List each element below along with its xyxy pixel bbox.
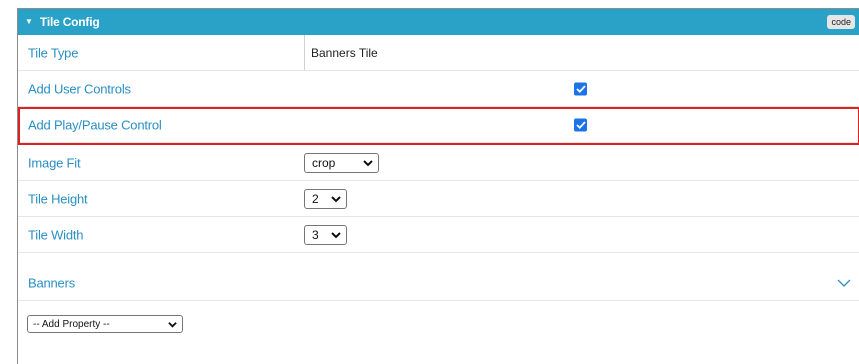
tile-width-selected-value: 3	[312, 227, 319, 242]
image-fit-label: Image Fit	[28, 155, 81, 170]
row-tile-width: Tile Width 3	[18, 217, 859, 253]
row-image-fit: Image Fit crop	[18, 145, 859, 181]
code-button[interactable]: code	[827, 15, 855, 29]
checkmark-icon	[575, 120, 586, 129]
tile-type-value-text: Banners Tile	[311, 45, 378, 60]
checkmark-icon	[575, 84, 586, 93]
tile-height-label: Tile Height	[28, 191, 88, 206]
chevron-down-icon	[168, 321, 177, 328]
add-user-controls-label: Add User Controls	[28, 81, 131, 96]
row-add-user-controls: Add User Controls	[18, 71, 859, 107]
banners-label: Banners	[28, 275, 76, 290]
add-play-pause-label: Add Play/Pause Control	[28, 117, 162, 132]
chevron-down-icon	[363, 159, 373, 166]
add-user-controls-checkbox[interactable]	[574, 82, 587, 95]
row-tile-height: Tile Height 2	[18, 181, 859, 217]
tile-type-value: Banners Tile	[304, 35, 378, 70]
add-property-selected-value: -- Add Property --	[33, 318, 110, 330]
tile-type-label: Tile Type	[28, 45, 79, 60]
image-fit-selected-value: crop	[312, 155, 336, 170]
chevron-down-icon	[331, 195, 341, 202]
row-banners[interactable]: Banners	[18, 265, 859, 301]
tile-config-panel: ▼ Tile Config code Tile Type Banners Til…	[17, 8, 859, 364]
tile-height-selected-value: 2	[312, 191, 319, 206]
add-play-pause-checkbox[interactable]	[574, 118, 587, 131]
tile-height-select[interactable]: 2	[304, 188, 347, 209]
chevron-down-icon	[331, 231, 341, 238]
row-add-play-pause: Add Play/Pause Control	[18, 107, 859, 143]
panel-title: Tile Config	[39, 15, 100, 29]
add-property-select[interactable]: -- Add Property --	[27, 315, 183, 333]
expand-chevron-icon[interactable]	[837, 278, 851, 288]
collapse-caret-icon[interactable]: ▼	[25, 18, 33, 26]
row-tile-type: Tile Type Banners Tile	[18, 35, 859, 71]
tile-width-label: Tile Width	[28, 227, 84, 242]
tile-width-select[interactable]: 3	[304, 224, 347, 245]
image-fit-select[interactable]: crop	[304, 152, 379, 173]
tile-config-header[interactable]: ▼ Tile Config code	[18, 9, 859, 35]
